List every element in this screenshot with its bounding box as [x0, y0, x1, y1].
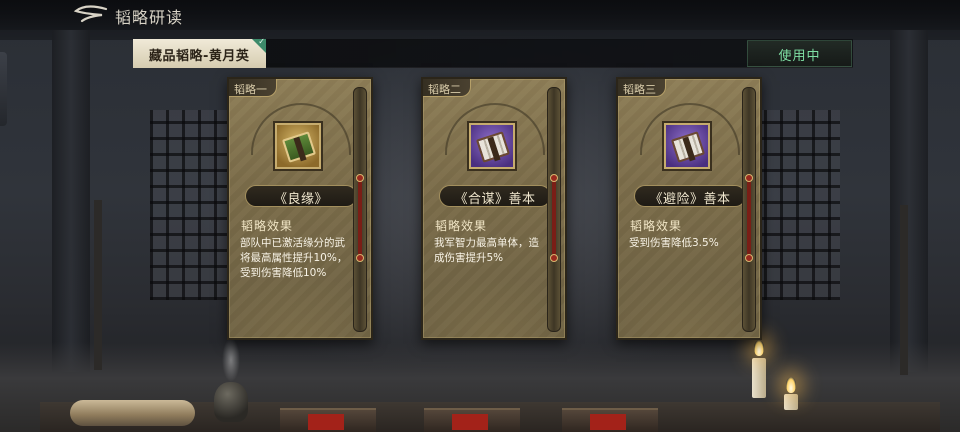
card-tag-label: 韬略三 — [623, 83, 656, 96]
card-scrollbar[interactable] — [353, 87, 367, 332]
back-arrow-icon — [73, 5, 108, 23]
scroll-roll — [70, 400, 195, 426]
strategy-name: 《合谋》善本 — [454, 192, 536, 207]
pillar-right — [890, 30, 928, 372]
candle-2 — [784, 394, 798, 410]
strategy-name: 《避险》善本 — [649, 192, 731, 207]
strategy-name-plate: 《良缘》 — [245, 185, 357, 207]
back-button[interactable] — [72, 3, 110, 25]
incense-burner — [214, 382, 248, 422]
candlestand-right — [900, 205, 908, 375]
strategy-name-plate: 《合谋》善本 — [439, 185, 551, 207]
in-use-label: 使用中 — [778, 49, 821, 64]
card-scrollbar[interactable] — [742, 87, 756, 332]
effect-text: 部队中已激活缘分的武将最高属性提升10%，受到伤害降低10% — [240, 237, 348, 279]
scroll-box-1 — [280, 408, 376, 432]
top-bar: 韬略研读 — [0, 0, 960, 30]
strategy-card-1[interactable]: 韬略一 《良缘》 韬略效果 部队中已激活缘分的武将最高属性提升10%，受到伤害降… — [227, 77, 373, 340]
candle-flame-1 — [754, 340, 764, 356]
strategy-name: 《良缘》 — [273, 192, 328, 207]
pillar-left — [52, 30, 90, 372]
side-drawer-handle[interactable] — [0, 52, 7, 126]
collection-tab[interactable]: 藏品韬略-黄月英 ✓ — [133, 37, 266, 68]
strategy-card-2[interactable]: 韬略二 《合谋》善本 韬略效果 我军智力最高单体，造成伤害提升5% — [421, 77, 567, 340]
collection-tab-label: 藏品韬略-黄月英 — [149, 49, 250, 64]
check-icon: ✓ — [258, 37, 265, 46]
scroll-box-2 — [424, 408, 520, 432]
card-tag: 韬略三 — [618, 79, 666, 97]
candle-flame-2 — [786, 377, 796, 393]
card-tag: 韬略一 — [229, 79, 277, 97]
candlestand-left — [94, 200, 102, 370]
effect-heading: 韬略效果 — [241, 219, 294, 233]
strategy-card-3[interactable]: 韬略三 《避险》善本 韬略效果 受到伤害降低3.5% — [616, 77, 762, 340]
scroll-book-icon[interactable] — [664, 123, 710, 169]
card-tag-label: 韬略一 — [234, 83, 267, 96]
effect-text: 受到伤害降低3.5% — [629, 237, 719, 249]
scroll-box-3 — [562, 408, 658, 432]
effect-heading: 韬略效果 — [435, 219, 488, 233]
card-tag-label: 韬略二 — [428, 83, 461, 96]
candle-1 — [752, 358, 766, 398]
card-tag: 韬略二 — [423, 79, 471, 97]
card-scrollbar[interactable] — [547, 87, 561, 332]
green-book-icon[interactable] — [275, 123, 321, 169]
scroll-book-icon[interactable] — [469, 123, 515, 169]
effect-heading: 韬略效果 — [630, 219, 683, 233]
strategy-name-plate: 《避险》善本 — [634, 185, 746, 207]
incense-smoke — [222, 338, 240, 382]
in-use-badge: 使用中 — [747, 40, 852, 67]
effect-text: 我军智力最高单体，造成伤害提升5% — [434, 237, 539, 264]
page-title: 韬略研读 — [115, 8, 184, 27]
